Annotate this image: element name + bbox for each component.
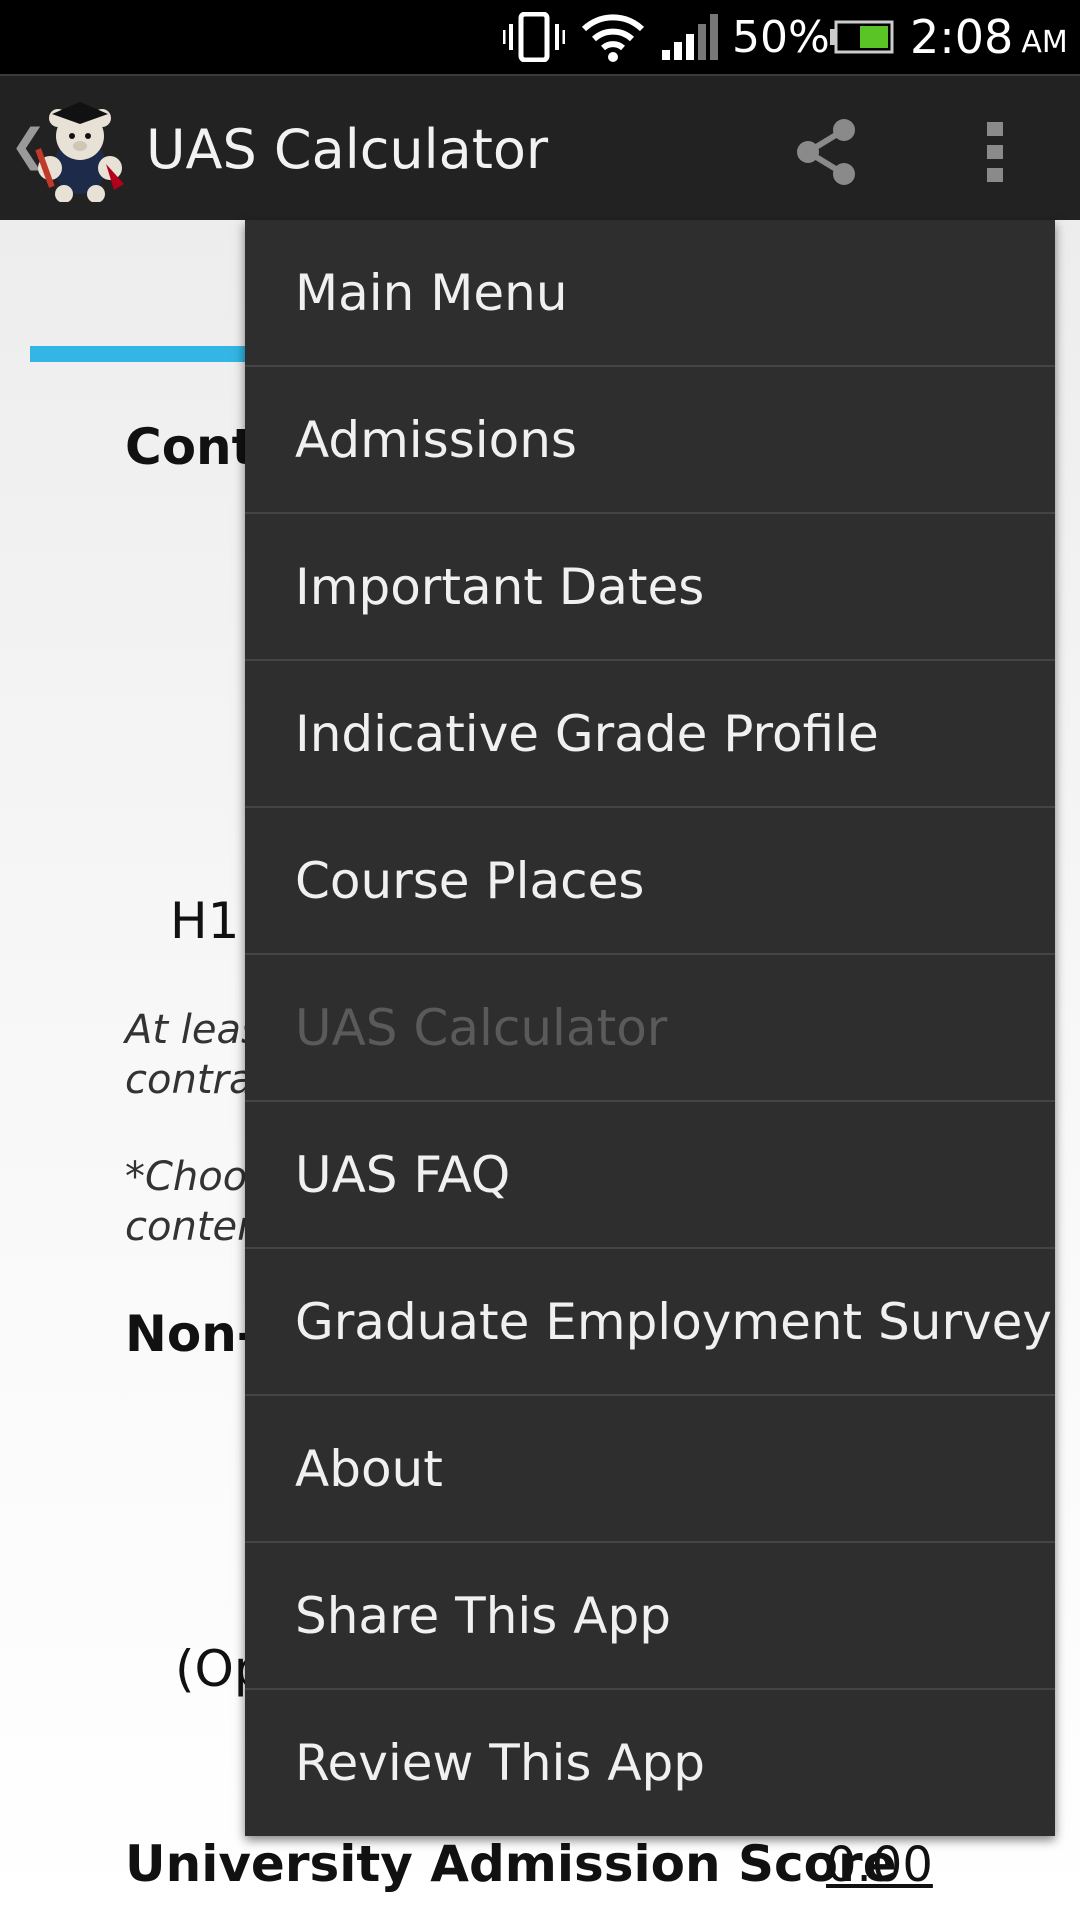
menu-item-main-menu[interactable]: Main Menu bbox=[245, 220, 1055, 367]
action-bar: ❮ UAS Calculator bbox=[0, 74, 1080, 220]
app-title: UAS Calculator bbox=[146, 117, 549, 181]
clock-time: 2:08 bbox=[910, 10, 1014, 64]
note-line-1: At leas bbox=[125, 1007, 262, 1053]
h1-subject-label: H1 bbox=[170, 892, 240, 950]
menu-item-graduate-employment-survey[interactable]: Graduate Employment Survey bbox=[245, 1249, 1055, 1396]
menu-item-course-places[interactable]: Course Places bbox=[245, 808, 1055, 955]
menu-item-admissions[interactable]: Admissions bbox=[245, 367, 1055, 514]
menu-item-uas-faq[interactable]: UAS FAQ bbox=[245, 1102, 1055, 1249]
share-icon[interactable] bbox=[790, 116, 862, 188]
battery-percent: 50% bbox=[732, 11, 830, 63]
menu-item-share-this-app[interactable]: Share This App bbox=[245, 1543, 1055, 1690]
wifi-icon bbox=[580, 0, 646, 74]
note-line-2: contra bbox=[125, 1057, 254, 1103]
vibrate-icon bbox=[503, 0, 565, 74]
non-content-section-heading: Non- bbox=[125, 1305, 258, 1363]
status-bar: 50% 2:08 AM bbox=[0, 0, 1080, 74]
menu-item-review-this-app[interactable]: Review This App bbox=[245, 1690, 1055, 1836]
menu-item-important-dates[interactable]: Important Dates bbox=[245, 514, 1055, 661]
overflow-menu: Main Menu Admissions Important Dates Ind… bbox=[245, 220, 1055, 1836]
overflow-menu-icon[interactable] bbox=[980, 116, 1010, 188]
menu-item-indicative-grade-profile[interactable]: Indicative Grade Profile bbox=[245, 661, 1055, 808]
battery-icon bbox=[828, 0, 894, 74]
clock-ampm: AM bbox=[1021, 24, 1068, 60]
uas-score-label: University Admission Score bbox=[125, 1835, 897, 1893]
signal-icon bbox=[660, 0, 720, 74]
menu-item-uas-calculator: UAS Calculator bbox=[245, 955, 1055, 1102]
uas-score-value: 0.00 bbox=[826, 1837, 933, 1893]
clock: 2:08 AM bbox=[910, 0, 1068, 74]
note-line-4: conten bbox=[125, 1204, 263, 1250]
app-logo-icon[interactable] bbox=[28, 98, 132, 203]
menu-item-about[interactable]: About bbox=[245, 1396, 1055, 1543]
